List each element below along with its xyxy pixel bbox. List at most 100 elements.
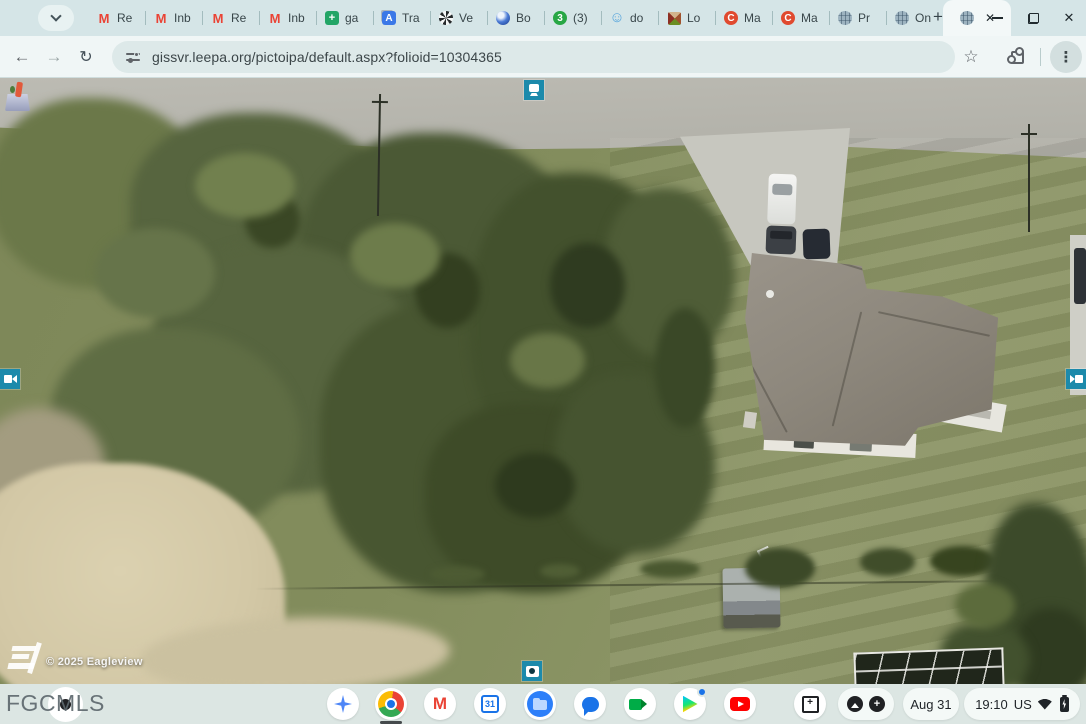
status-tray[interactable]: 19:10 US — [964, 688, 1080, 720]
dark-car — [766, 225, 797, 254]
tab-smiley[interactable]: ☺do — [601, 0, 658, 36]
aerial-map-viewport[interactable]: © 2025 Eagleview — [0, 78, 1086, 684]
tab-label: Lo — [687, 11, 700, 25]
pan-east-button[interactable] — [1066, 369, 1086, 389]
more-notifications-icon[interactable]: + — [869, 696, 885, 712]
tab-chatgpt[interactable]: Ve — [430, 0, 487, 36]
tree-highlight — [350, 223, 440, 288]
gmail-icon: M — [153, 10, 169, 26]
url-text[interactable]: gissvr.leepa.org/pictoipa/default.aspx?f… — [152, 49, 502, 65]
reload-button[interactable]: ↻ — [74, 45, 98, 69]
back-button[interactable]: ← — [10, 45, 34, 69]
tab-sphere[interactable]: Bo — [487, 0, 544, 36]
chevron-down-icon — [50, 10, 61, 21]
folder-icon — [527, 691, 553, 717]
tab-label: Ve — [459, 11, 473, 25]
tab-label: ga — [345, 11, 358, 25]
bush — [640, 560, 700, 578]
color-cube-icon — [668, 12, 681, 25]
gmail-icon: M — [96, 10, 112, 26]
active-app-indicator — [380, 721, 402, 724]
mls-watermark: FGCMLS — [6, 690, 105, 717]
camera-lens-icon — [526, 666, 539, 677]
ac-pad — [743, 411, 757, 429]
tab-red-c-1[interactable]: CMa — [715, 0, 772, 36]
tab-strip: MRe MInb MRe MInb +ga ATra Ve Bo 3(3) ☺d… — [88, 0, 1011, 36]
tree-highlight — [195, 153, 295, 218]
forward-button[interactable]: → — [42, 45, 66, 69]
browser-menu-button[interactable]: ⋮ — [1050, 41, 1082, 73]
red-c-circle-icon: C — [781, 11, 795, 25]
tab-gmail-2[interactable]: M Inb — [145, 0, 202, 36]
notification-tray[interactable]: + — [838, 688, 894, 720]
browser-tab-bar: MRe MInb MRe MInb +ga ATra Ve Bo 3(3) ☺d… — [0, 0, 1086, 36]
play-store-app-button[interactable] — [674, 688, 706, 720]
chrome-icon — [378, 691, 404, 717]
tab-sheets[interactable]: +ga — [316, 0, 373, 36]
tab-gmail-4[interactable]: MInb — [259, 0, 316, 36]
tab-gmail-1[interactable]: MRe — [88, 0, 145, 36]
tree-shadow — [495, 453, 575, 518]
white-car — [767, 174, 797, 225]
globe-icon — [838, 11, 852, 25]
bookmark-star-button[interactable]: ☆ — [959, 45, 983, 69]
site-settings-icon[interactable] — [126, 50, 140, 64]
battery-charging-icon — [1060, 697, 1069, 712]
messages-app-button[interactable] — [574, 688, 606, 720]
restore-button[interactable] — [1026, 11, 1040, 25]
youtube-app-button[interactable] — [724, 688, 756, 720]
extensions-button[interactable] — [1005, 45, 1029, 69]
expand-notifications-icon[interactable] — [847, 696, 863, 712]
chromeos-shelf: FGCMLS M 31 + Aug 31 19:10 US — [0, 684, 1086, 724]
tab-label: Inb — [288, 11, 305, 25]
files-app-button[interactable] — [524, 688, 556, 720]
compass-icon[interactable] — [4, 82, 32, 112]
tab-label: Tra — [402, 11, 420, 25]
utility-pole — [1028, 124, 1030, 232]
tab-label: Inb — [174, 11, 191, 25]
keyboard-layout-text: US — [1014, 697, 1032, 712]
tab-cube[interactable]: Lo — [658, 0, 715, 36]
tree-highlight — [510, 333, 585, 388]
date-tray[interactable]: Aug 31 — [903, 688, 959, 720]
chrome-app-button[interactable] — [375, 688, 407, 720]
tab-search-button[interactable] — [38, 5, 74, 31]
tree-shadow — [550, 243, 625, 328]
pan-north-button[interactable] — [524, 80, 544, 100]
play-triangle-icon — [683, 696, 698, 713]
video-camera-icon — [4, 375, 17, 383]
tab-label: (3) — [573, 11, 588, 25]
sparkle-icon — [334, 695, 352, 713]
pan-south-button[interactable] — [522, 661, 542, 681]
tab-gmail-3[interactable]: MRe — [202, 0, 259, 36]
palm-tree — [955, 583, 1015, 628]
screen-capture-button[interactable] — [794, 688, 826, 720]
monitor-icon — [528, 84, 540, 96]
notification-dot — [697, 687, 707, 697]
gemini-app-button[interactable] — [327, 688, 359, 720]
blue-smiley-icon: ☺ — [609, 10, 625, 26]
minimize-button[interactable] — [990, 11, 1004, 25]
bush — [540, 564, 580, 578]
tab-globe-pr[interactable]: Pr — [829, 0, 886, 36]
browser-toolbar: ← → ↻ gissvr.leepa.org/pictoipa/default.… — [0, 36, 1086, 78]
pan-west-button[interactable] — [0, 369, 20, 389]
tab-count-3[interactable]: 3(3) — [544, 0, 601, 36]
tree-highlight — [95, 228, 215, 318]
tab-translate[interactable]: ATra — [373, 0, 430, 36]
tab-red-c-2[interactable]: CMa — [772, 0, 829, 36]
restore-icon — [1028, 13, 1039, 24]
address-bar[interactable]: gissvr.leepa.org/pictoipa/default.aspx?f… — [112, 41, 955, 73]
gmail-app-button[interactable]: M — [424, 688, 456, 720]
new-tab-button[interactable]: + — [925, 4, 951, 30]
close-window-button[interactable]: ✕ — [1062, 11, 1076, 25]
time-text: 19:10 — [975, 697, 1008, 712]
tab-label: Bo — [516, 11, 531, 25]
meet-app-button[interactable] — [624, 688, 656, 720]
video-camera-icon — [629, 699, 652, 710]
chatgpt-knot-icon — [439, 11, 453, 25]
wifi-icon — [1038, 699, 1052, 710]
roof-vent — [766, 290, 774, 298]
bush — [745, 548, 815, 588]
calendar-app-button[interactable]: 31 — [474, 688, 506, 720]
